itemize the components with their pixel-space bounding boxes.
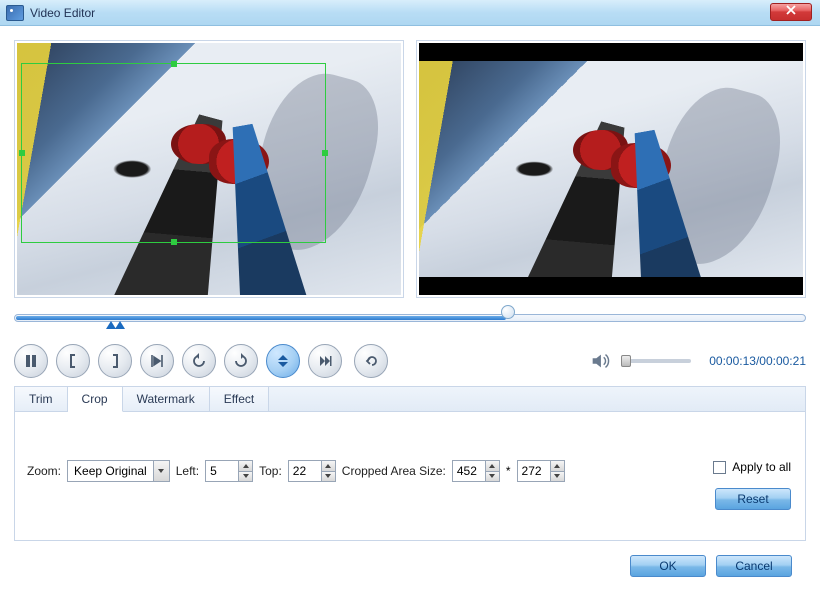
apply-to-all-label: Apply to all (732, 460, 791, 474)
spinner-down-icon[interactable] (551, 472, 564, 482)
next-frame-icon (317, 353, 333, 369)
cancel-button[interactable]: Cancel (716, 555, 792, 577)
pause-button[interactable] (14, 344, 48, 378)
play-range-button[interactable] (140, 344, 174, 378)
chevron-down-icon (153, 461, 169, 481)
zoom-label: Zoom: (27, 464, 61, 478)
ok-button[interactable]: OK (630, 555, 706, 577)
timeline-playhead[interactable] (501, 305, 515, 319)
width-spinner[interactable]: 452 (452, 460, 500, 482)
spinner-down-icon[interactable] (239, 472, 252, 482)
size-separator: * (506, 464, 511, 478)
cropped-size-label: Cropped Area Size: (342, 464, 446, 478)
tab-body-crop: Zoom: Keep Original Left: 5 Top: 22 Crop… (15, 412, 805, 540)
left-label: Left: (176, 464, 199, 478)
next-frame-button[interactable] (308, 344, 342, 378)
tab-watermark[interactable]: Watermark (123, 387, 210, 411)
set-end-bracket-button[interactable] (98, 344, 132, 378)
pause-icon (23, 353, 39, 369)
app-icon (6, 5, 24, 21)
top-label: Top: (259, 464, 282, 478)
rotate-right-button[interactable] (224, 344, 258, 378)
volume-thumb[interactable] (621, 355, 631, 367)
spinner-up-icon[interactable] (486, 461, 499, 472)
timecode-display: 00:00:13/00:00:21 (709, 354, 806, 368)
apply-to-all-checkbox[interactable] (713, 461, 726, 474)
bracket-close-icon (107, 353, 123, 369)
output-preview-pane (416, 40, 806, 298)
play-range-icon (149, 353, 165, 369)
left-value[interactable]: 5 (206, 461, 238, 481)
volume-icon[interactable] (589, 350, 611, 372)
zoom-value: Keep Original (68, 464, 153, 478)
tab-crop[interactable]: Crop (68, 387, 123, 412)
height-value[interactable]: 272 (518, 461, 550, 481)
spinner-up-icon[interactable] (322, 461, 335, 472)
spinner-up-icon[interactable] (551, 461, 564, 472)
top-spinner[interactable]: 22 (288, 460, 336, 482)
rotate-right-icon (233, 353, 249, 369)
title-bar: Video Editor (0, 0, 820, 26)
spinner-down-icon[interactable] (486, 472, 499, 482)
close-icon (786, 5, 796, 15)
timeline[interactable] (14, 308, 806, 334)
tab-trim[interactable]: Trim (15, 387, 68, 411)
spinner-down-icon[interactable] (322, 472, 335, 482)
bracket-open-icon (65, 353, 81, 369)
undo-icon (363, 353, 379, 369)
rotate-left-icon (191, 353, 207, 369)
left-spinner[interactable]: 5 (205, 460, 253, 482)
height-spinner[interactable]: 272 (517, 460, 565, 482)
reset-button[interactable]: Reset (715, 488, 791, 510)
tab-strip: Trim Crop Watermark Effect (15, 387, 805, 412)
rotate-left-button[interactable] (182, 344, 216, 378)
close-button[interactable] (770, 3, 812, 21)
source-video-surface (17, 43, 401, 295)
top-value[interactable]: 22 (289, 461, 321, 481)
source-preview-pane[interactable] (14, 40, 404, 298)
zoom-select[interactable]: Keep Original (67, 460, 170, 482)
flip-vertical-button[interactable] (266, 344, 300, 378)
timeline-out-marker[interactable] (115, 321, 125, 329)
tab-effect[interactable]: Effect (210, 387, 269, 411)
window-title: Video Editor (30, 6, 95, 20)
flip-vertical-icon (275, 353, 291, 369)
undo-button[interactable] (354, 344, 388, 378)
spinner-up-icon[interactable] (239, 461, 252, 472)
output-video-surface (419, 61, 803, 277)
width-value[interactable]: 452 (453, 461, 485, 481)
set-start-bracket-button[interactable] (56, 344, 90, 378)
volume-slider[interactable] (621, 359, 691, 363)
